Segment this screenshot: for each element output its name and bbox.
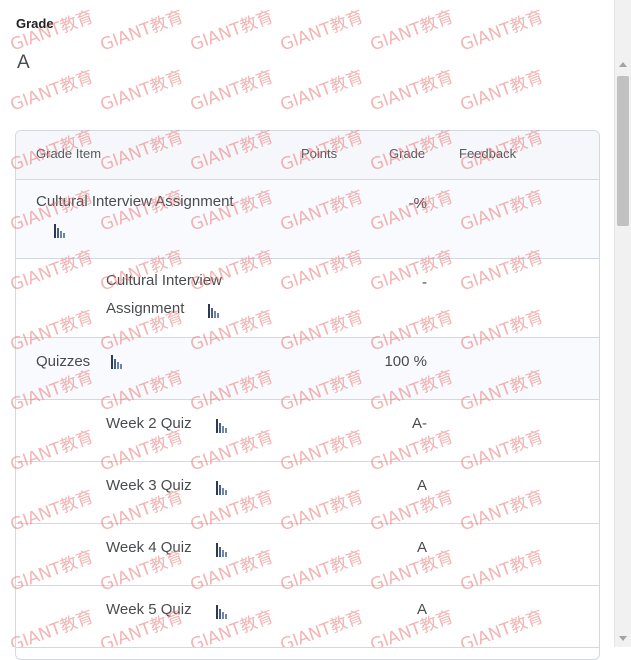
grade-value: A xyxy=(416,601,427,618)
grade-value: A xyxy=(416,477,427,494)
grade-item-name-line1: Cultural Interview xyxy=(106,272,222,289)
grade-value: A xyxy=(416,539,427,556)
grade-value: A- xyxy=(412,415,427,432)
header-grade: Grade xyxy=(389,146,426,161)
header-feedback: Feedback xyxy=(459,146,517,161)
watermark-text: GIANT教育 xyxy=(277,6,367,56)
grade-item-name: Week 4 Quiz xyxy=(106,539,192,556)
watermark-text: GIANT教育 xyxy=(367,66,457,116)
grade-item-name-line2: Assignment xyxy=(106,300,185,317)
table-row-week-2-quiz: Week 2 Quiz A- xyxy=(16,400,599,462)
watermark-text: GIANT教育 xyxy=(187,6,277,56)
scroll-down-arrow-icon[interactable] xyxy=(619,636,627,641)
grade-item-name: Week 2 Quiz xyxy=(106,415,192,432)
grade-value: -% xyxy=(408,195,427,212)
watermark-text: GIANT教育 xyxy=(97,66,187,116)
grade-item-name: Cultural Interview Assignment xyxy=(36,193,234,210)
scrollbar-thumb[interactable] xyxy=(617,76,629,226)
header-points: Points xyxy=(301,146,338,161)
bar-chart-icon[interactable] xyxy=(216,605,228,619)
watermark-text: GIANT教育 xyxy=(367,6,457,56)
grade-details-panel: Grade A Grade Item Points Grade Feedback… xyxy=(0,0,631,660)
grade-item-name: Week 5 Quiz xyxy=(106,601,192,618)
grade-item-name: Quizzes xyxy=(36,353,91,370)
scroll-up-arrow-icon[interactable] xyxy=(619,62,627,67)
watermark-text: GIANT教育 xyxy=(457,6,547,56)
grade-item-name: Week 3 Quiz xyxy=(106,477,192,494)
watermark-text: GIANT教育 xyxy=(457,66,547,116)
table-row-week-5-quiz: Week 5 Quiz A xyxy=(16,586,599,648)
table-row-week-4-quiz: Week 4 Quiz A xyxy=(16,524,599,586)
watermark-text: GIANT教育 xyxy=(187,66,277,116)
bar-chart-icon[interactable] xyxy=(208,304,220,318)
header-grade-item: Grade Item xyxy=(36,146,102,161)
grade-value: 100 % xyxy=(384,353,427,370)
grades-table: Grade Item Points Grade Feedback Cultura… xyxy=(15,130,600,660)
overall-grade-value: A xyxy=(17,52,30,73)
watermark-text: GIANT教育 xyxy=(97,6,187,56)
bar-chart-icon[interactable] xyxy=(216,481,228,495)
bar-chart-icon[interactable] xyxy=(216,419,228,433)
bar-chart-icon[interactable] xyxy=(54,224,66,238)
bar-chart-icon[interactable] xyxy=(111,355,123,369)
grade-value: - xyxy=(422,274,427,291)
table-row-week-3-quiz: Week 3 Quiz A xyxy=(16,462,599,524)
bar-chart-icon[interactable] xyxy=(216,543,228,557)
table-row-category-quizzes: Quizzes 100 % xyxy=(16,338,599,400)
table-row-cultural-interview-assignment: Cultural Interview Assignment - xyxy=(16,259,599,338)
table-header-row: Grade Item Points Grade Feedback xyxy=(16,131,599,180)
overall-grade-label: Grade xyxy=(16,16,54,31)
vertical-scrollbar[interactable] xyxy=(614,0,631,647)
table-row-category-cultural-interview: Cultural Interview Assignment -% xyxy=(16,180,599,259)
watermark-text: GIANT教育 xyxy=(277,66,367,116)
